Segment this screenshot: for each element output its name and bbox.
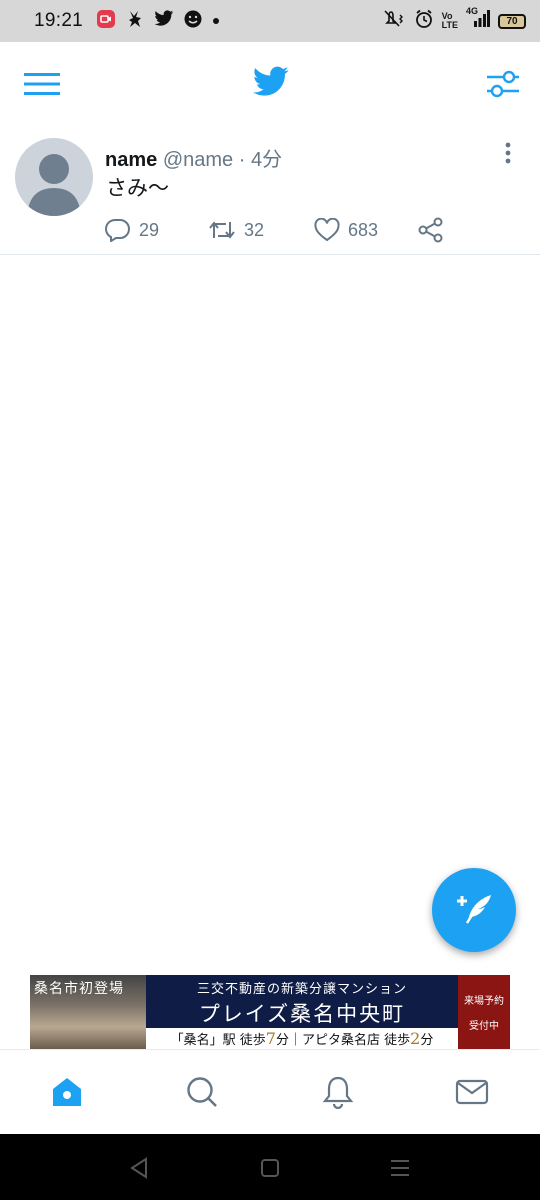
- vibrate-mute-icon: [382, 9, 406, 34]
- status-time: 19:21: [34, 10, 84, 31]
- home-square-icon[interactable]: [258, 1156, 282, 1180]
- tweet-author-name[interactable]: name: [105, 149, 157, 171]
- share-button[interactable]: [418, 217, 444, 243]
- tweet-actions: 29 32 683: [105, 217, 465, 243]
- ad-tagline: 三交不動産の新築分譲マンション: [196, 982, 407, 997]
- tweet-author-handle: @name: [162, 149, 234, 171]
- ad-banner[interactable]: 桑名市初登場 三交不動産の新築分譲マンション プレイズ桑名中央町 「桑名」駅 徒…: [30, 975, 510, 1049]
- reply-icon: [105, 218, 131, 242]
- ad-photo: 桑名市初登場: [30, 975, 146, 1049]
- home-icon[interactable]: [49, 1074, 85, 1110]
- signal-icon: 4G: [466, 6, 490, 34]
- tweet-separator: ·: [238, 149, 246, 171]
- tweet-text: さみ〜: [106, 176, 169, 200]
- back-icon[interactable]: [128, 1156, 152, 1180]
- ad-access-info: 「桑名」駅 徒歩 7 分｜アピタ桑名店 徒歩 2 分: [146, 1028, 458, 1049]
- tweet-item[interactable]: name @name · 4分 さみ〜 29 32 683: [0, 126, 540, 255]
- volte-label: Vo LTE: [441, 11, 458, 30]
- filter-sliders-icon[interactable]: [486, 68, 520, 100]
- more-vertical-icon[interactable]: [498, 140, 518, 166]
- app-header: [0, 42, 540, 126]
- ad-main-text: 三交不動産の新築分譲マンション プレイズ桑名中央町 「桑名」駅 徒歩 7 分｜アピタ…: [146, 975, 458, 1049]
- reply-button[interactable]: 29: [105, 217, 159, 243]
- heart-icon: [314, 218, 340, 242]
- dot-icon: [212, 12, 220, 30]
- tweet-header: name @name · 4分: [105, 143, 282, 172]
- system-nav-bar: [0, 1134, 540, 1200]
- screen-record-icon: [96, 9, 116, 34]
- messages-icon[interactable]: [454, 1074, 490, 1110]
- battery-icon: 70: [498, 13, 526, 29]
- hamburger-menu-icon[interactable]: [24, 72, 60, 96]
- ad-left-label: 桑名市初登場: [34, 981, 124, 997]
- avatar[interactable]: [15, 138, 93, 216]
- status-bar: 19:21 Vo LTE 4G 70: [0, 0, 540, 42]
- twitter-bird-icon: [154, 10, 174, 32]
- tweet-timestamp: 4分: [250, 149, 283, 171]
- like-button[interactable]: 683: [314, 217, 378, 243]
- like-count: 683: [348, 219, 379, 240]
- smiley-app-icon: [184, 10, 202, 33]
- ad-cta[interactable]: 来場予約 受付中: [458, 975, 510, 1049]
- share-icon: [418, 217, 444, 243]
- compose-tweet-icon: [453, 889, 495, 932]
- twitter-bird-icon: [252, 66, 290, 100]
- retweet-icon: [208, 218, 236, 242]
- retweet-button[interactable]: 32: [208, 217, 264, 243]
- recents-icon[interactable]: [388, 1156, 412, 1180]
- alarm-icon: [414, 9, 434, 34]
- compose-tweet-button[interactable]: [432, 868, 516, 952]
- reply-count: 29: [139, 219, 160, 240]
- retweet-count: 32: [244, 219, 265, 240]
- bottom-nav: [0, 1049, 540, 1134]
- ad-title: プレイズ桑名中央町: [198, 1002, 406, 1026]
- search-icon[interactable]: [184, 1074, 220, 1110]
- rabbit-app-icon: [126, 9, 144, 34]
- notification-icons: [96, 9, 220, 34]
- system-status-icons: Vo LTE 4G 70: [382, 6, 526, 34]
- notifications-icon[interactable]: [320, 1074, 356, 1110]
